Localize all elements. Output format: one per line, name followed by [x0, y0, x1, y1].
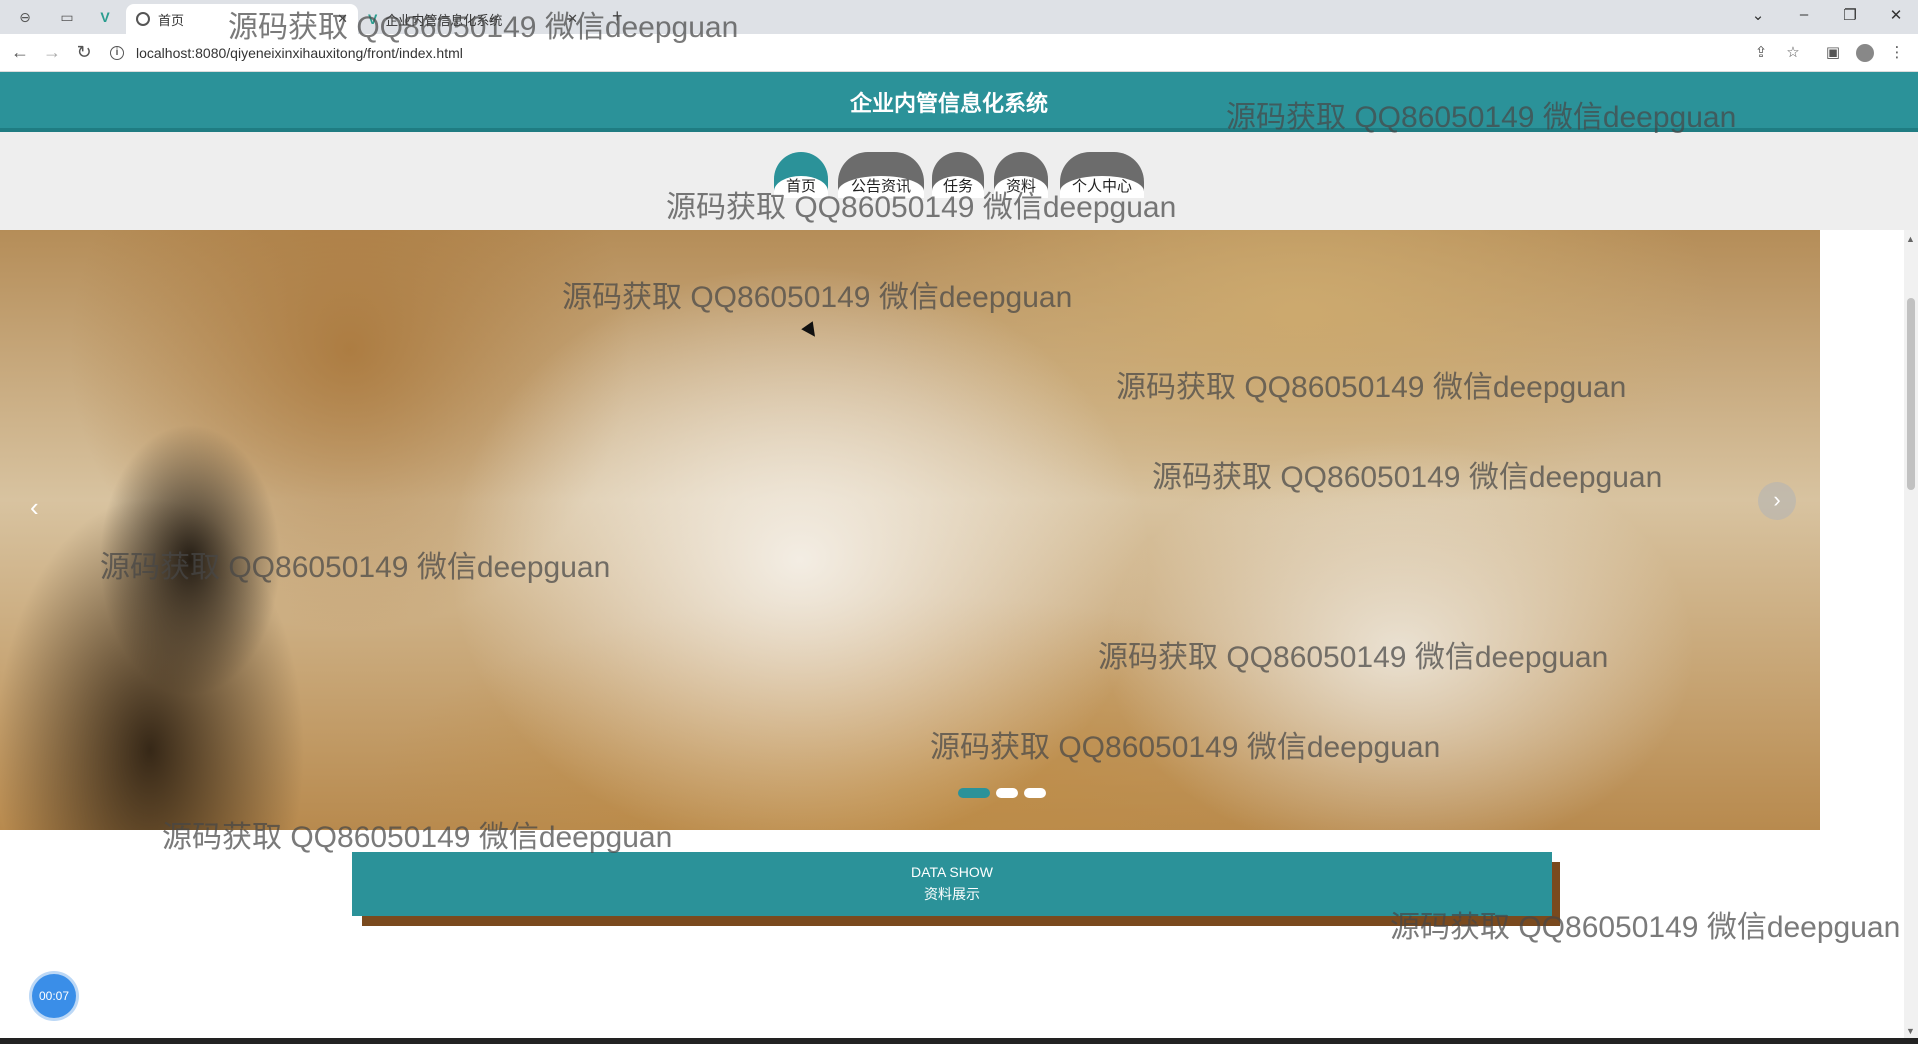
web-page: 企业内管信息化系统 首页 公告资讯 任务 资料 个人中心 ‹ › ▲ ▼ DAT… — [0, 72, 1918, 1044]
nav-item-news[interactable]: 公告资讯 — [838, 152, 924, 198]
carousel-dot[interactable] — [996, 788, 1018, 798]
section-title-en: DATA SHOW — [911, 864, 993, 880]
nav-item-tasks[interactable]: 任务 — [932, 152, 984, 198]
site-header: 企业内管信息化系统 — [0, 72, 1918, 132]
minimize-icon[interactable]: – — [1784, 6, 1824, 23]
url-text: localhost:8080/qiyeneixinxihauxitong/fro… — [136, 45, 463, 61]
nav-item-label: 任务 — [932, 176, 984, 198]
tab-title: 企业内管信息化系统 — [385, 12, 503, 28]
close-window-icon[interactable]: ✕ — [1876, 6, 1916, 24]
banner-carousel[interactable]: ‹ › — [0, 230, 1820, 830]
browser-tab-bar: ⊖ ▭ V 首页 ✕ V 企业内管信息化系统 ✕ + ⌄ – ❐ ✕ — [0, 0, 1918, 34]
vue-icon: V — [368, 11, 378, 27]
scroll-down-icon[interactable]: ▼ — [1906, 1026, 1915, 1036]
globe-icon — [136, 12, 150, 26]
close-tab-icon[interactable]: ✕ — [567, 11, 578, 27]
nav-item-label: 个人中心 — [1060, 176, 1144, 198]
nav-item-label: 公告资讯 — [838, 176, 924, 198]
carousel-indicators — [958, 788, 1046, 798]
bottom-edge — [0, 1038, 1918, 1044]
side-panel-icon[interactable]: ▣ — [1822, 43, 1844, 61]
url-field[interactable]: i localhost:8080/qiyeneixinxihauxitong/f… — [110, 40, 1770, 66]
site-info-icon[interactable]: i — [110, 46, 124, 60]
carousel-next-icon[interactable]: › — [1758, 482, 1796, 520]
carousel-prev-icon[interactable]: ‹ — [30, 492, 39, 523]
nav-item-home[interactable]: 首页 — [774, 152, 828, 198]
tab-title: 首页 — [158, 12, 185, 28]
restore-icon[interactable]: ❐ — [1830, 6, 1870, 24]
tab-home[interactable]: 首页 ✕ — [126, 4, 358, 34]
tab-system[interactable]: V 企业内管信息化系统 ✕ — [358, 4, 588, 34]
nav-item-materials[interactable]: 资料 — [994, 152, 1048, 198]
profile-avatar-icon[interactable] — [1856, 44, 1874, 62]
carousel-dot[interactable] — [1024, 788, 1046, 798]
browser-menu-icon[interactable]: ⊖ — [14, 6, 36, 28]
nav-item-label: 资料 — [994, 176, 1048, 198]
bookmark-star-icon[interactable]: ☆ — [1782, 43, 1804, 61]
tab-search-icon[interactable]: ⌄ — [1738, 6, 1778, 24]
nav-item-label: 首页 — [774, 176, 828, 198]
carousel-dot[interactable] — [958, 788, 990, 798]
page-scrollbar[interactable]: ▲ ▼ — [1904, 230, 1918, 1044]
new-tab-icon[interactable]: + — [612, 6, 623, 27]
share-icon[interactable]: ⇪ — [1750, 43, 1772, 61]
vue-tab-icon[interactable]: V — [94, 6, 116, 28]
back-icon[interactable]: ← — [8, 42, 32, 63]
collapsed-tab[interactable]: ▭ — [56, 6, 78, 28]
site-title: 企业内管信息化系统 — [849, 91, 1048, 116]
address-bar: ← → ↻ i localhost:8080/qiyeneixinxihauxi… — [0, 34, 1918, 72]
section-title-bar: DATA SHOW 资料展示 — [352, 852, 1552, 916]
section-title-zh: 资料展示 — [924, 886, 980, 902]
forward-icon[interactable]: → — [40, 42, 64, 63]
scrollbar-thumb[interactable] — [1907, 298, 1915, 490]
reload-icon[interactable]: ↻ — [72, 42, 96, 63]
recording-timer: 00:07 — [32, 974, 76, 1018]
scroll-up-icon[interactable]: ▲ — [1906, 234, 1915, 244]
close-tab-icon[interactable]: ✕ — [337, 11, 348, 27]
nav-item-profile[interactable]: 个人中心 — [1060, 152, 1144, 198]
more-menu-icon[interactable]: ⋮ — [1886, 43, 1908, 61]
